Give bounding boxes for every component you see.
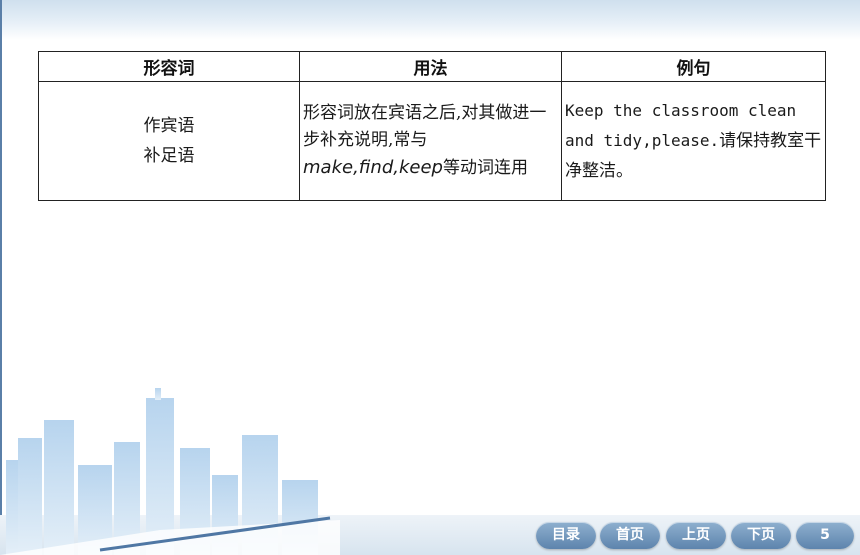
role-cell: 作宾语 补足语 <box>38 81 300 201</box>
usage-verbs: make,find,keep <box>303 157 443 178</box>
table-row: 作宾语 补足语 形容词放在宾语之后,对其做进一步补充说明,常与 make,find… <box>38 81 826 201</box>
header-gradient-band <box>0 0 860 40</box>
usage-text-before: 形容词放在宾语之后,对其做进一步补充说明,常与 <box>303 103 547 150</box>
usage-text-after: 等动词连用 <box>442 158 528 178</box>
home-button[interactable]: 首页 <box>600 522 660 549</box>
role-object: 作宾语 <box>143 116 195 136</box>
page-number-badge: 5 <box>796 522 854 549</box>
header-adjective: 形容词 <box>38 51 300 82</box>
contents-button[interactable]: 目录 <box>536 522 596 549</box>
example-cell: Keep the classroom clean and tidy,please… <box>561 81 826 201</box>
usage-cell: 形容词放在宾语之后,对其做进一步补充说明,常与 make,find,keep等动词… <box>299 81 562 201</box>
city-skyline-illustration <box>0 388 340 555</box>
adjective-usage-table: 形容词 用法 例句 作宾语 补足语 形容词放在宾语之后,对其做进一步补充说明,常… <box>38 51 826 201</box>
header-example: 例句 <box>561 51 826 82</box>
previous-page-button[interactable]: 上页 <box>666 522 726 549</box>
next-page-button[interactable]: 下页 <box>731 522 791 549</box>
role-complement: 补足语 <box>143 146 195 166</box>
header-usage: 用法 <box>299 51 562 82</box>
table-header-row: 形容词 用法 例句 <box>38 51 826 82</box>
